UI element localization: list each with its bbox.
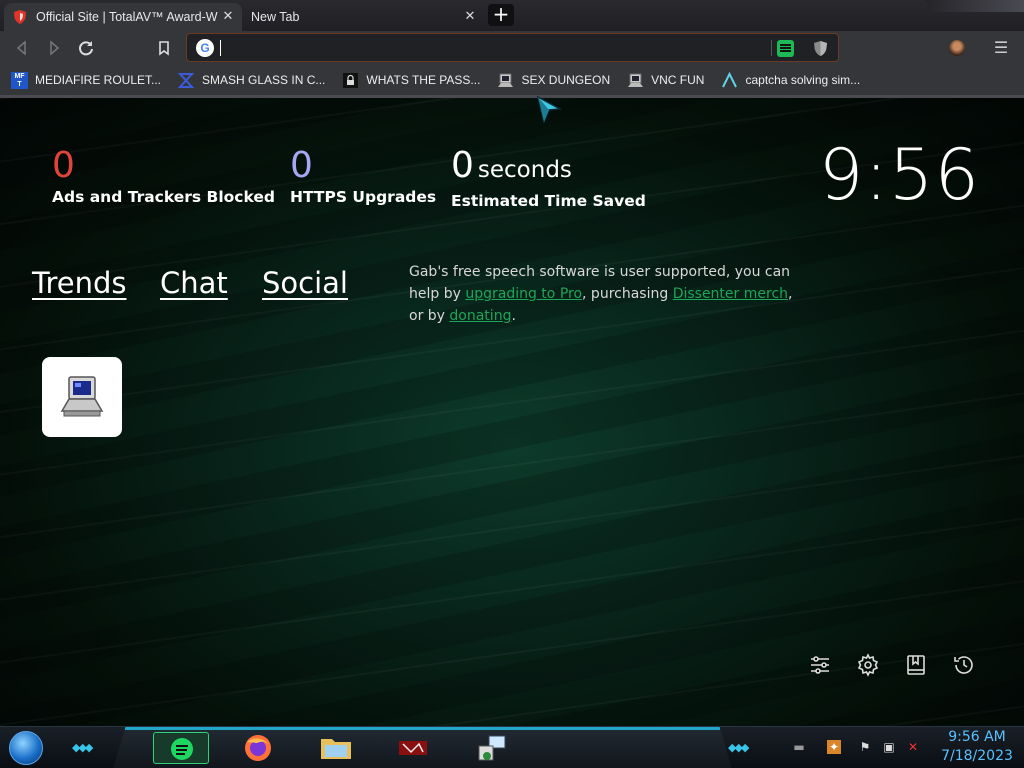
upgrade-pro-link[interactable]: upgrading to Pro xyxy=(465,286,582,302)
clock: 9:56 xyxy=(818,134,980,216)
folder-icon xyxy=(321,739,351,759)
task-band xyxy=(113,727,732,768)
tab-strip: Official Site | TotalAV™ Award-Win ✕ New… xyxy=(0,0,1024,31)
close-tab-icon[interactable]: ✕ xyxy=(462,8,478,24)
google-icon: G xyxy=(196,39,214,57)
tray-network-icon[interactable]: ▣ xyxy=(882,740,896,754)
bookmark-label: SEX DUNGEON xyxy=(521,73,611,87)
taskbar-firefox-app[interactable] xyxy=(230,732,286,764)
back-arrow-icon[interactable] xyxy=(11,37,33,59)
captcha-icon xyxy=(722,71,738,87)
url-input[interactable] xyxy=(223,37,743,58)
tray-clock[interactable]: 9:56 AM 7/18/2023 xyxy=(934,728,1020,766)
tab-title: Official Site | TotalAV™ Award-Win xyxy=(36,10,218,24)
https-upgrades-count: 0 xyxy=(290,145,313,186)
mouse-cursor-icon xyxy=(536,95,563,125)
tray-app-icon[interactable]: ✦ xyxy=(827,740,841,754)
chat-link[interactable]: Chat xyxy=(160,266,228,300)
social-link[interactable]: Social xyxy=(262,266,348,300)
bookmark-label: VNC FUN xyxy=(651,73,705,87)
smash-glass-icon xyxy=(178,72,195,88)
browser-toolbar: G ☰ xyxy=(0,31,1024,65)
bookmark-smash-glass[interactable]: SMASH GLASS IN C... xyxy=(178,72,325,89)
time-saved-unit: seconds xyxy=(477,157,572,183)
bookmarks-bar: MF T MEDIAFIRE ROULET... SMASH GLASS IN C… xyxy=(0,65,1024,95)
tray-flag-icon[interactable]: ⚑ xyxy=(858,740,872,754)
tray-date: 7/18/2023 xyxy=(941,748,1013,764)
text-caret xyxy=(220,40,221,56)
donating-link[interactable]: donating xyxy=(449,308,511,324)
bookmark-label: captcha solving sim... xyxy=(745,73,861,87)
ads-blocked-label: Ads and Trackers Blocked xyxy=(52,188,275,206)
omnibox-divider xyxy=(771,40,772,56)
tab-totalav[interactable]: Official Site | TotalAV™ Award-Win ✕ xyxy=(4,3,242,31)
computer-icon xyxy=(60,376,104,417)
tab-new-tab[interactable]: New Tab ✕ xyxy=(244,3,484,31)
taskbar-explorer-app[interactable] xyxy=(308,732,364,764)
tray-keyboard-icon[interactable]: ▬ xyxy=(792,740,806,754)
start-button[interactable] xyxy=(9,731,43,765)
spotify-extension-icon[interactable] xyxy=(777,40,794,57)
spotify-icon xyxy=(171,738,193,760)
tray-volume-muted-icon[interactable]: ✕ xyxy=(906,740,920,754)
history-clock-icon[interactable] xyxy=(952,653,976,677)
mediafire-icon: MF T xyxy=(11,71,28,89)
computer-icon xyxy=(498,73,514,87)
shield-favicon-icon xyxy=(14,10,26,24)
bookmark-sex-dungeon[interactable]: SEX DUNGEON xyxy=(497,72,610,89)
tray-time: 9:56 AM xyxy=(948,729,1006,745)
gab-text: . xyxy=(511,308,516,324)
bookmark-whats-the-pass[interactable]: WHATS THE PASS... xyxy=(342,72,480,89)
reload-icon[interactable] xyxy=(75,37,97,59)
time-saved-count: 0 xyxy=(451,145,474,186)
bookmarks-book-icon[interactable] xyxy=(904,653,928,677)
bookmark-captcha[interactable]: captcha solving sim... xyxy=(721,71,861,89)
media-app-icon xyxy=(399,741,427,755)
gab-support-message: Gab's free speech software is user suppo… xyxy=(409,261,809,327)
shield-extension-icon[interactable] xyxy=(813,40,828,57)
trends-link[interactable]: Trends xyxy=(32,266,126,300)
bookmark-vnc-fun[interactable]: VNC FUN xyxy=(627,72,704,89)
taskbar-decoration: ◆◆◆ xyxy=(728,741,749,754)
tab-title: New Tab xyxy=(251,10,300,24)
bookmark-label: WHATS THE PASS... xyxy=(366,73,481,87)
taskbar-media-app[interactable] xyxy=(385,732,441,764)
ads-blocked-stat: 0 Ads and Trackers Blocked xyxy=(52,145,275,207)
computer-icon xyxy=(628,73,644,87)
windows-taskbar: ◆◆◆ ◆◆◆ ▬ ✦ ⚑ ▣ ✕ 9:56 AM 7/18/2023 xyxy=(0,726,1024,768)
bookmark-label: MEDIAFIRE ROULET... xyxy=(35,73,162,87)
taskbar-decoration: ◆◆◆ xyxy=(72,741,93,754)
ads-blocked-count: 0 xyxy=(52,145,75,186)
top-site-tile[interactable] xyxy=(42,357,122,437)
address-bar[interactable]: G xyxy=(186,33,839,62)
time-saved-stat: 0 seconds Estimated Time Saved xyxy=(451,145,646,211)
https-upgrades-label: HTTPS Upgrades xyxy=(290,188,437,206)
new-tab-button[interactable]: + xyxy=(488,4,514,26)
bookmark-icon[interactable] xyxy=(153,37,175,59)
network-computer-icon xyxy=(478,735,506,761)
settings-gear-icon[interactable] xyxy=(856,653,880,677)
dissenter-merch-link[interactable]: Dissenter merch xyxy=(673,286,788,302)
close-tab-icon[interactable]: ✕ xyxy=(220,8,236,24)
bookmark-label: SMASH GLASS IN C... xyxy=(202,73,326,87)
taskbar-spotify-app[interactable] xyxy=(153,732,209,764)
forward-arrow-icon[interactable] xyxy=(43,37,65,59)
https-upgrades-stat: 0 HTTPS Upgrades xyxy=(290,145,437,207)
bookmark-mediafire[interactable]: MF T MEDIAFIRE ROULET... xyxy=(11,71,162,89)
profile-avatar[interactable] xyxy=(949,40,965,56)
menu-hamburger-icon[interactable]: ☰ xyxy=(993,38,1009,58)
taskbar-network-app[interactable] xyxy=(463,732,519,764)
whats-pass-icon xyxy=(343,72,359,88)
firefox-icon xyxy=(245,735,271,761)
time-saved-label: Estimated Time Saved xyxy=(451,192,646,210)
gab-text: , purchasing xyxy=(582,286,673,302)
new-tab-page: 0 Ads and Trackers Blocked 0 HTTPS Upgra… xyxy=(0,98,1024,726)
customize-sliders-icon[interactable] xyxy=(808,653,832,677)
